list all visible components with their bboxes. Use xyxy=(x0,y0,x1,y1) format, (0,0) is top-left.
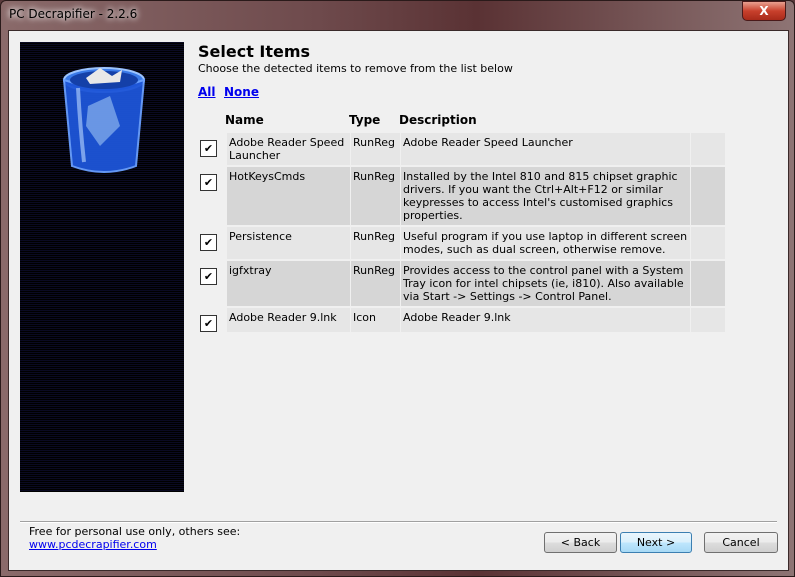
wizard-body: Select Items Choose the detected items t… xyxy=(8,30,789,571)
extra-cell xyxy=(691,308,725,332)
item-description: Provides access to the control panel wit… xyxy=(401,261,690,306)
table-row[interactable]: ✔ Adobe Reader 9.lnk Icon Adobe Reader 9… xyxy=(198,308,725,332)
check-icon: ✔ xyxy=(203,317,214,330)
item-name: Adobe Reader 9.lnk xyxy=(227,308,350,332)
extra-cell xyxy=(691,167,725,225)
page-title: Select Items xyxy=(198,42,311,61)
item-name: Adobe Reader Speed Launcher xyxy=(227,133,350,165)
check-icon: ✔ xyxy=(203,270,214,283)
row-checkbox[interactable]: ✔ xyxy=(200,268,217,285)
row-checkbox-cell: ✔ xyxy=(198,167,226,225)
row-checkbox-cell: ✔ xyxy=(198,227,226,259)
item-description: Adobe Reader Speed Launcher xyxy=(401,133,690,165)
select-none-link[interactable]: None xyxy=(224,85,259,99)
check-icon: ✔ xyxy=(203,142,214,155)
table-row[interactable]: ✔ Persistence RunReg Useful program if y… xyxy=(198,227,725,259)
extra-cell xyxy=(691,133,725,165)
extra-cell xyxy=(691,261,725,306)
cancel-button[interactable]: Cancel xyxy=(704,532,778,553)
item-description: Useful program if you use laptop in diff… xyxy=(401,227,690,259)
item-name: HotKeysCmds xyxy=(227,167,350,225)
row-checkbox-cell: ✔ xyxy=(198,308,226,332)
window-title: PC Decrapifier - 2.2.6 xyxy=(9,7,138,21)
item-type: Icon xyxy=(351,308,400,332)
row-checkbox[interactable]: ✔ xyxy=(200,174,217,191)
column-header-name: Name xyxy=(225,113,264,127)
row-checkbox[interactable]: ✔ xyxy=(200,140,217,157)
item-type: RunReg xyxy=(351,167,400,225)
item-name: Persistence xyxy=(227,227,350,259)
website-link[interactable]: www.pcdecrapifier.com xyxy=(29,538,157,551)
item-description: Adobe Reader 9.lnk xyxy=(401,308,690,332)
items-table: ✔ Adobe Reader Speed Launcher RunReg Ado… xyxy=(197,131,726,334)
item-name: igfxtray xyxy=(227,261,350,306)
next-button[interactable]: Next > xyxy=(620,532,692,553)
column-header-description: Description xyxy=(399,113,477,127)
item-type: RunReg xyxy=(351,133,400,165)
select-all-link[interactable]: All xyxy=(198,85,216,99)
close-button[interactable]: X xyxy=(742,1,786,21)
recycle-bin-icon xyxy=(62,67,146,173)
row-checkbox[interactable]: ✔ xyxy=(200,315,217,332)
table-row[interactable]: ✔ Adobe Reader Speed Launcher RunReg Ado… xyxy=(198,133,725,165)
table-row[interactable]: ✔ HotKeysCmds RunReg Installed by the In… xyxy=(198,167,725,225)
row-checkbox-cell: ✔ xyxy=(198,133,226,165)
extra-cell xyxy=(691,227,725,259)
back-button[interactable]: < Back xyxy=(544,532,617,553)
license-note: Free for personal use only, others see: xyxy=(29,525,241,538)
divider xyxy=(20,521,777,523)
item-description: Installed by the Intel 810 and 815 chips… xyxy=(401,167,690,225)
check-icon: ✔ xyxy=(203,176,214,189)
window: PC Decrapifier - 2.2.6 X Select Items Ch… xyxy=(0,0,795,577)
row-checkbox[interactable]: ✔ xyxy=(200,234,217,251)
item-type: RunReg xyxy=(351,261,400,306)
table-row[interactable]: ✔ igfxtray RunReg Provides access to the… xyxy=(198,261,725,306)
item-type: RunReg xyxy=(351,227,400,259)
page-subtitle: Choose the detected items to remove from… xyxy=(198,62,513,75)
row-checkbox-cell: ✔ xyxy=(198,261,226,306)
column-header-type: Type xyxy=(349,113,381,127)
side-banner xyxy=(20,42,184,492)
check-icon: ✔ xyxy=(203,236,214,249)
